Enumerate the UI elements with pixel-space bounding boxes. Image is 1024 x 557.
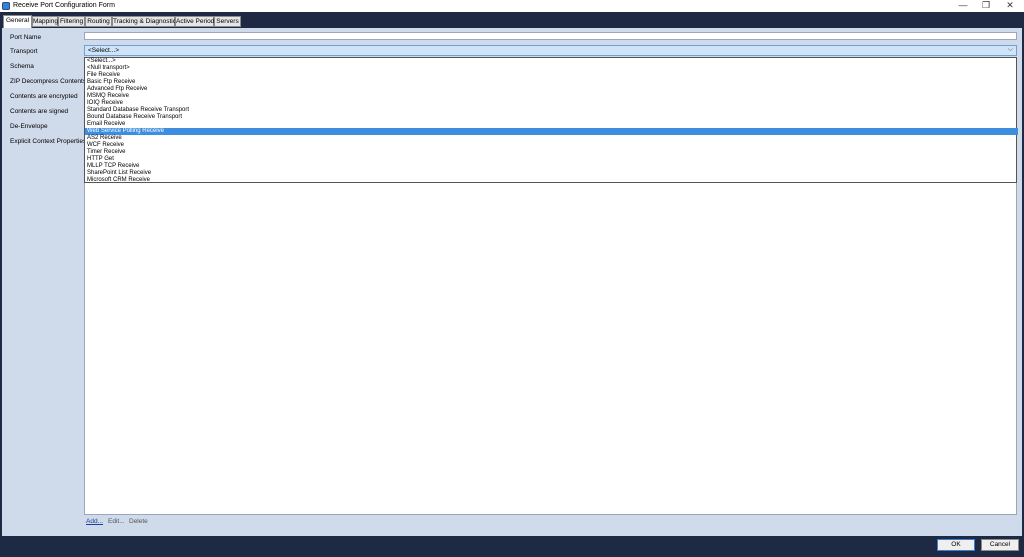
title-bar: Receive Port Configuration Form — ❐ ✕ [0, 0, 1024, 12]
de-envelope-label: De-Envelope [10, 123, 48, 130]
schema-label: Schema [10, 63, 34, 70]
transport-select[interactable]: <Select...> ⌵ [84, 45, 1017, 56]
tab-routing[interactable]: Routing [85, 16, 112, 27]
contents-encrypted-label: Contents are encrypted [10, 93, 78, 100]
general-tab-panel: Port Name Transport Schema ZIP Decompres… [2, 28, 1022, 536]
transport-dropdown-list[interactable]: <Select...> <Null transport> File Receive B… [84, 57, 1018, 184]
tab-mapping[interactable]: Mapping [32, 16, 58, 27]
transport-option[interactable]: AS2 Receive [85, 135, 1018, 142]
transport-option[interactable]: Basic Ftp Receive [85, 79, 1018, 86]
transport-option[interactable]: Web Service Polling Receive [85, 128, 1018, 135]
zip-decompress-label: ZIP Decompress Contents [10, 78, 87, 85]
transport-option[interactable]: Microsoft CRM Receive [85, 177, 1018, 184]
minimize-icon[interactable]: — [952, 0, 974, 12]
transport-option[interactable]: <Null transport> [85, 65, 1018, 72]
restore-icon[interactable]: ❐ [975, 0, 997, 12]
tab-strip: General Mapping Filtering Routing Tracki… [0, 12, 1024, 28]
cancel-button[interactable]: Cancel [981, 539, 1019, 551]
chevron-down-icon[interactable]: ⌵ [1008, 46, 1013, 54]
tab-filtering[interactable]: Filtering [58, 16, 85, 27]
transport-option[interactable]: Standard Database Receive Transport [85, 107, 1018, 114]
context-properties-list[interactable] [84, 183, 1017, 515]
transport-option[interactable]: File Receive [85, 72, 1018, 79]
edit-link[interactable]: Edit... [108, 518, 125, 525]
transport-option[interactable]: <Select...> [85, 58, 1018, 65]
delete-link[interactable]: Delete [129, 518, 148, 525]
context-properties-label: Explicit Context Properties [10, 138, 87, 145]
tab-tracking-diagnostics[interactable]: Tracking & Diagnostics [112, 16, 179, 27]
app-icon [2, 2, 10, 10]
tab-active-period[interactable]: Active Period [175, 16, 214, 27]
close-icon[interactable]: ✕ [999, 0, 1021, 12]
transport-option[interactable]: MLLP TCP Receive [85, 163, 1018, 170]
add-link[interactable]: Add... [86, 518, 103, 525]
tab-general[interactable]: General [3, 15, 32, 28]
transport-option[interactable]: Timer Receive [85, 149, 1018, 156]
transport-option[interactable]: Bound Database Receive Transport [85, 114, 1018, 121]
ok-button[interactable]: OK [937, 539, 975, 551]
button-bar [0, 536, 1024, 557]
transport-selected-value: <Select...> [88, 47, 120, 54]
transport-option[interactable]: HTTP Get [85, 156, 1018, 163]
transport-option[interactable]: MSMQ Receive [85, 93, 1018, 100]
transport-label: Transport [10, 48, 38, 55]
transport-option[interactable]: Email Receive [85, 121, 1018, 128]
port-name-label: Port Name [10, 34, 42, 41]
window-title: Receive Port Configuration Form [13, 2, 115, 9]
transport-option[interactable]: IOIQ Receive [85, 100, 1018, 107]
port-name-input[interactable] [84, 32, 1017, 40]
transport-option[interactable]: SharePoint List Receive [85, 170, 1018, 177]
tab-servers[interactable]: Servers [214, 16, 241, 27]
contents-signed-label: Contents are signed [10, 108, 69, 115]
transport-option[interactable]: Advanced Ftp Receive [85, 86, 1018, 93]
transport-option[interactable]: WCF Receive [85, 142, 1018, 149]
